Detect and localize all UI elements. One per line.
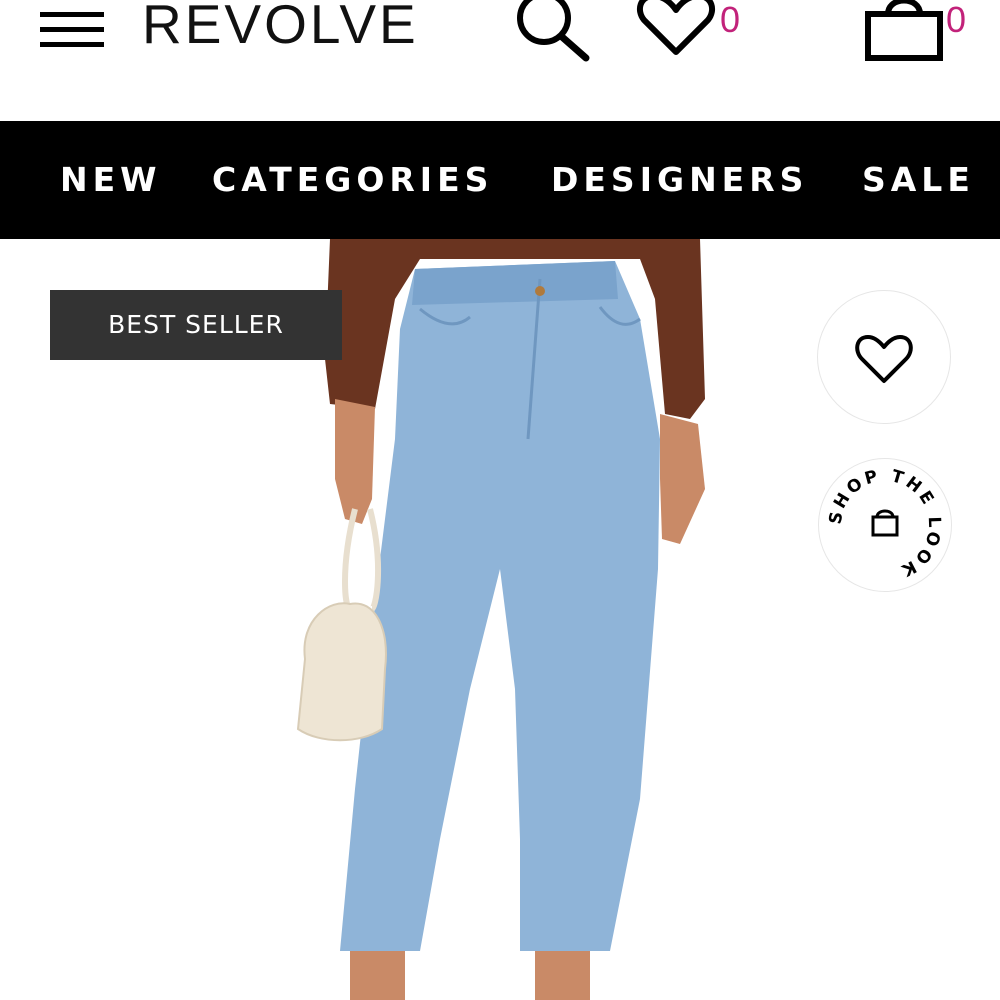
bag-count: 0 — [946, 0, 967, 40]
search-icon[interactable] — [512, 0, 596, 66]
brand-logo[interactable]: REVOLVE — [142, 0, 419, 54]
shop-the-look-badge: SHOP THE LOOK — [826, 466, 945, 581]
nav-item-categories[interactable]: CATEGORIES — [212, 121, 493, 239]
svg-text:SHOP THE LOOK: SHOP THE LOOK — [826, 466, 945, 581]
top-header: REVOLVE 0 0 — [0, 0, 1000, 120]
shopping-bag-icon[interactable] — [862, 0, 946, 64]
nav-item-new[interactable]: NEW — [60, 121, 162, 239]
wishlist-heart-icon[interactable] — [636, 0, 716, 58]
nav-item-sale[interactable]: SALE — [862, 121, 975, 239]
best-seller-badge: BEST SELLER — [50, 290, 342, 360]
shop-the-look-label: SHOP THE LOOK — [826, 466, 942, 581]
menu-icon-bar — [40, 27, 104, 32]
heart-icon — [855, 335, 913, 383]
shop-the-look-button[interactable]: SHOP THE LOOK — [818, 458, 952, 592]
menu-icon-bar — [40, 42, 104, 47]
wishlist-count: 0 — [720, 0, 741, 40]
menu-icon-bar — [40, 12, 104, 17]
nav-item-designers[interactable]: DESIGNERS — [551, 121, 808, 239]
add-to-wishlist-button[interactable] — [817, 290, 951, 424]
menu-button[interactable] — [40, 8, 104, 48]
category-nav-bar: NEW CATEGORIES DESIGNERS SALE — [0, 121, 1000, 239]
